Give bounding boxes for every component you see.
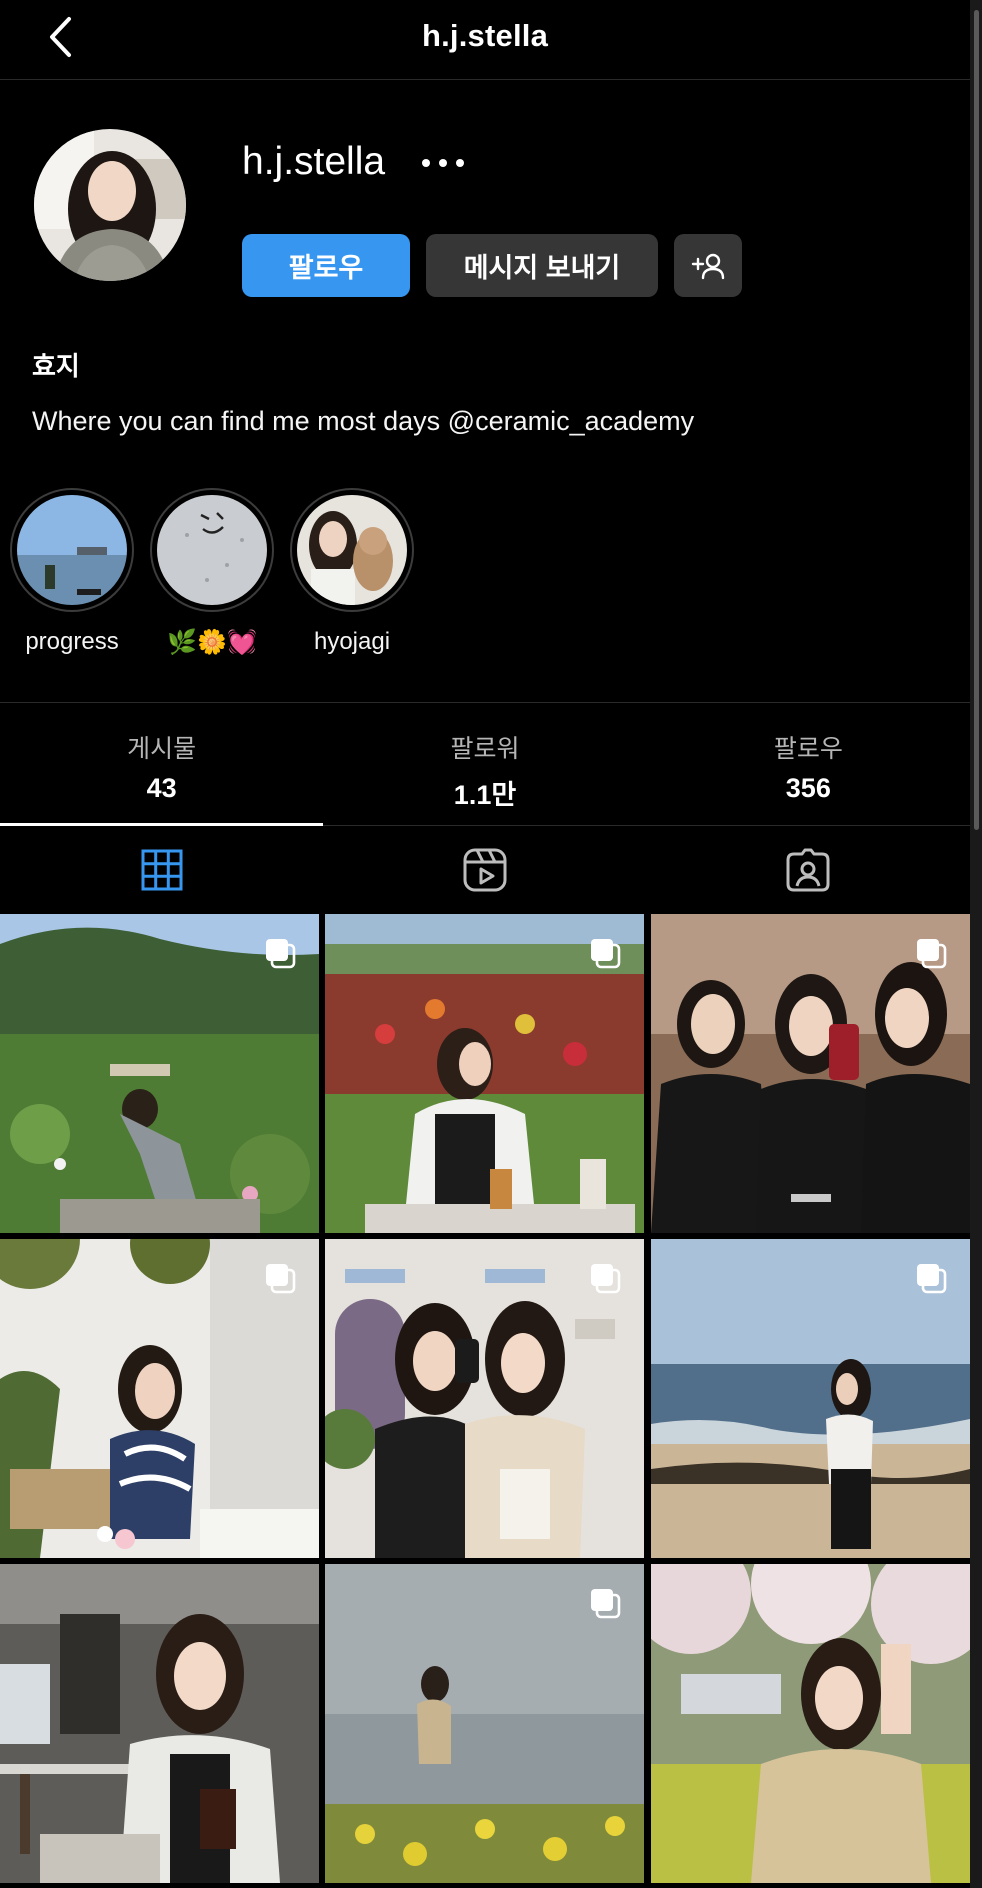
multiple-photos-icon (591, 1264, 621, 1294)
highlight-cover (157, 495, 267, 605)
scrollbar[interactable] (970, 0, 982, 1888)
stat-label: 팔로워 (450, 735, 520, 763)
profile-avatar[interactable] (34, 129, 186, 281)
scrollbar-thumb[interactable] (974, 10, 979, 830)
stat-value: 43 (146, 773, 177, 803)
highlight-label: hyojagi (313, 628, 391, 655)
suggest-accounts-button[interactable] (674, 234, 742, 297)
multiple-photos-icon (917, 1264, 947, 1294)
follow-button[interactable]: 팔로우 (242, 234, 410, 297)
grid-post[interactable] (0, 914, 319, 1233)
content-tabs (0, 826, 970, 914)
tab-posts-grid[interactable] (0, 826, 323, 914)
more-horizontal-icon (422, 159, 464, 167)
profile-username: h.j.stella (242, 140, 386, 183)
stat-posts[interactable]: 게시물 43 (0, 703, 323, 825)
grid-post[interactable] (325, 914, 644, 1233)
stat-label: 게시물 (127, 735, 197, 763)
grid-post[interactable] (651, 1239, 970, 1558)
multiple-photos-icon (266, 1264, 296, 1294)
grid-icon (141, 849, 183, 891)
stat-followers[interactable]: 팔로워 1.1만 (323, 703, 646, 825)
reels-icon (463, 848, 507, 892)
stat-label: 팔로우 (773, 735, 843, 763)
tagged-icon (786, 848, 830, 892)
multiple-photos-icon (266, 939, 296, 969)
profile-full-name: 효지 (32, 351, 80, 381)
highlight-emoji[interactable]: 🌿🌼💓 (150, 488, 274, 657)
more-options-button[interactable] (416, 146, 470, 180)
stat-following[interactable]: 팔로우 356 (647, 703, 970, 825)
grid-post[interactable] (0, 1564, 319, 1883)
highlight-cover (17, 495, 127, 605)
profile-bio: Where you can find me most days @ceramic… (32, 406, 695, 436)
grid-post[interactable] (325, 1239, 644, 1558)
grid-post[interactable] (0, 1239, 319, 1558)
stat-value: 356 (785, 773, 831, 803)
page-title: h.j.stella (421, 18, 549, 53)
highlight-label: progress (25, 628, 119, 655)
add-person-icon (691, 253, 725, 279)
highlight-cover (297, 495, 407, 605)
multiple-photos-icon (917, 939, 947, 969)
multiple-photos-icon (591, 939, 621, 969)
top-bar: h.j.stella (0, 0, 970, 80)
grid-post[interactable] (651, 1564, 970, 1883)
multiple-photos-icon (591, 1589, 621, 1619)
profile-page: h.j.stella h.j.stella 팔로우 메시지 보내기 효지 Whe… (0, 0, 970, 1888)
grid-post[interactable] (325, 1564, 644, 1883)
grid-post[interactable] (651, 914, 970, 1233)
stat-value: 1.1만 (453, 780, 517, 810)
profile-stats: 게시물 43 팔로워 1.1만 팔로우 356 (0, 703, 970, 825)
message-button[interactable]: 메시지 보내기 (426, 234, 658, 297)
highlight-label: 🌿🌼💓 (167, 629, 257, 656)
highlight-progress[interactable]: progress (10, 488, 134, 656)
tab-reels[interactable] (323, 826, 646, 914)
tab-tagged[interactable] (647, 826, 970, 914)
highlight-hyojagi[interactable]: hyojagi (290, 488, 414, 656)
